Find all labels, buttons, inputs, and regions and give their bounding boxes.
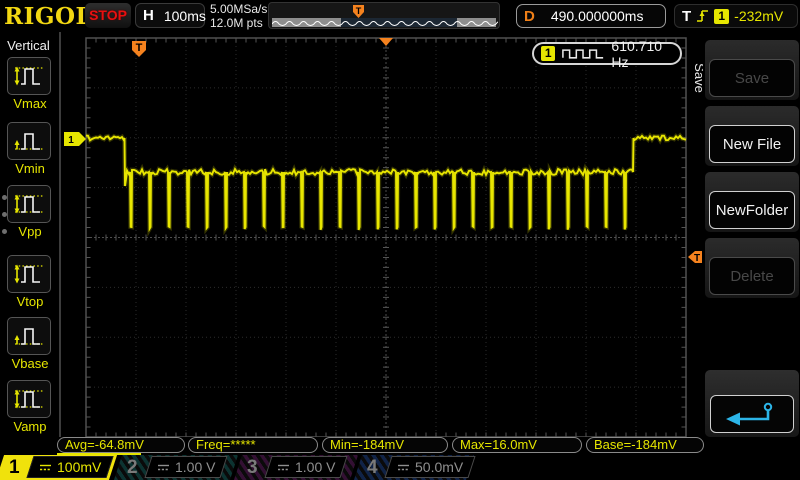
rigol-logo: RIGOL <box>4 3 92 30</box>
delay-value: 490.000000ms <box>551 8 644 24</box>
menu-page-dot <box>2 195 7 200</box>
dc-coupling-icon <box>39 463 52 472</box>
channel-scale: 1.00 V <box>295 459 335 475</box>
freq-counter-channel-chip: 1 <box>541 46 555 61</box>
measurement-readout[interactable]: Min=-184mV <box>322 437 448 453</box>
channel-status-bar: 1 100mV 2 1.00 V 3 1.00 V 4 50.0mV <box>0 455 800 480</box>
trigger-label: T <box>682 8 691 25</box>
menu-back-button[interactable] <box>710 395 794 433</box>
svg-text:T: T <box>356 6 362 16</box>
acquisition-info: 5.00MSa/s 12.0M pts <box>210 2 267 30</box>
horizontal-delay-badge[interactable]: D 490.000000ms <box>516 4 666 28</box>
softkey-container: Delete <box>705 238 799 298</box>
trigger-status-badge[interactable]: T 1 -232mV <box>674 4 798 28</box>
vbase-icon <box>7 317 51 355</box>
channel-4-badge[interactable]: 4 50.0mV <box>358 455 470 480</box>
channel-scale-box: 1.00 V <box>144 456 228 478</box>
measurement-readout[interactable]: Freq=***** <box>188 437 318 453</box>
vpp-icon <box>7 185 51 223</box>
channel-scale-box: 1.00 V <box>264 456 348 478</box>
delete-button[interactable]: Delete <box>709 257 795 295</box>
preview-waveform <box>272 18 498 27</box>
memory-depth: 12.0M pts <box>210 16 267 30</box>
dc-coupling-icon <box>277 463 290 472</box>
measure-item-label: Vamp <box>7 419 53 434</box>
trigger-level-value: -232mV <box>734 8 783 24</box>
horizontal-timebase-badge[interactable]: H 100ms <box>135 3 205 28</box>
top-status-bar: RIGOL STOP H 100ms 5.00MSa/s 12.0M pts T… <box>0 0 800 32</box>
channel-scale: 50.0mV <box>415 459 463 475</box>
vamp-icon <box>7 380 51 418</box>
channel-number: 4 <box>367 455 378 480</box>
square-wave-icon <box>561 47 605 60</box>
dc-coupling-icon <box>157 463 170 472</box>
measure-item-label: Vpp <box>7 224 53 239</box>
measure-item-label: Vtop <box>7 294 53 309</box>
horizontal-label: H <box>143 7 154 24</box>
measure-item-label: Vmin <box>7 161 53 176</box>
screen-center-marker <box>379 38 393 46</box>
vertical-measure-menu: Vertical Vmax Vmin Vpp Vtop Vbase Vamp <box>0 32 57 453</box>
menu-page-dot <box>2 212 7 217</box>
memory-waveform-preview: T <box>268 2 500 29</box>
measure-item-vbase[interactable]: Vbase <box>7 317 53 371</box>
menu-page-dot <box>2 229 7 234</box>
channel-1-badge[interactable]: 1 100mV <box>0 455 113 480</box>
rising-edge-icon <box>696 8 709 24</box>
graticule-and-waveform: T 1 T <box>57 32 703 445</box>
softkey-container: New File <box>705 106 799 166</box>
channel-scale-box: 100mV <box>26 456 114 478</box>
measure-item-vtop[interactable]: Vtop <box>7 255 53 309</box>
measure-item-label: Vbase <box>7 356 53 371</box>
channel-scale: 100mV <box>57 459 101 475</box>
measure-item-vmax[interactable]: Vmax <box>7 57 53 111</box>
measurement-readout[interactable]: Max=16.0mV <box>452 437 582 453</box>
back-softkey-container <box>705 370 799 437</box>
channel-scale-box: 50.0mV <box>384 456 475 478</box>
frequency-counter: 1 610.710 Hz <box>532 42 682 65</box>
svg-text:T: T <box>694 253 700 264</box>
oscilloscope-screen: RIGOL STOP H 100ms 5.00MSa/s 12.0M pts T… <box>0 0 800 480</box>
run-stop-status[interactable]: STOP <box>85 3 131 28</box>
measurement-bar: Avg=-64.8mVFreq=*****Min=-184mVMax=16.0m… <box>0 437 800 455</box>
vmax-icon <box>7 57 51 95</box>
svg-text:1: 1 <box>68 135 74 146</box>
left-menu-title: Vertical <box>0 38 57 53</box>
channel-2-badge[interactable]: 2 1.00 V <box>118 455 234 480</box>
timebase-value: 100ms <box>164 8 206 24</box>
vtop-icon <box>7 255 51 293</box>
vmin-icon <box>7 122 51 160</box>
measurement-readout[interactable]: Avg=-64.8mV <box>57 437 185 453</box>
measurement-readout[interactable]: Base=-184mV <box>586 437 704 453</box>
newfolder-button[interactable]: NewFolder <box>709 191 795 229</box>
svg-text:T: T <box>136 42 143 54</box>
preview-trigger-marker-icon: T <box>353 5 364 18</box>
return-arrow-icon <box>720 400 784 428</box>
delay-label: D <box>524 8 535 25</box>
new-file-button[interactable]: New File <box>709 125 795 163</box>
dc-coupling-icon <box>397 463 410 472</box>
channel-scale: 1.00 V <box>175 459 215 475</box>
measure-item-vpp[interactable]: Vpp <box>7 185 53 239</box>
softkey-container: Save <box>705 40 799 100</box>
channel-number: 3 <box>247 455 258 480</box>
softkey-container: NewFolder <box>705 172 799 232</box>
sample-rate: 5.00MSa/s <box>210 2 267 16</box>
channel-number: 1 <box>9 455 20 480</box>
channel-3-badge[interactable]: 3 1.00 V <box>238 455 354 480</box>
channel-number: 2 <box>127 455 138 480</box>
save-button[interactable]: Save <box>709 59 795 97</box>
measure-item-label: Vmax <box>7 96 53 111</box>
save-menu: Save New File NewFolder Delete <box>703 32 800 453</box>
frequency-value: 610.710 Hz <box>611 38 680 70</box>
measure-item-vmin[interactable]: Vmin <box>7 122 53 176</box>
trigger-source-chip: 1 <box>714 9 729 24</box>
measure-item-vamp[interactable]: Vamp <box>7 380 53 434</box>
